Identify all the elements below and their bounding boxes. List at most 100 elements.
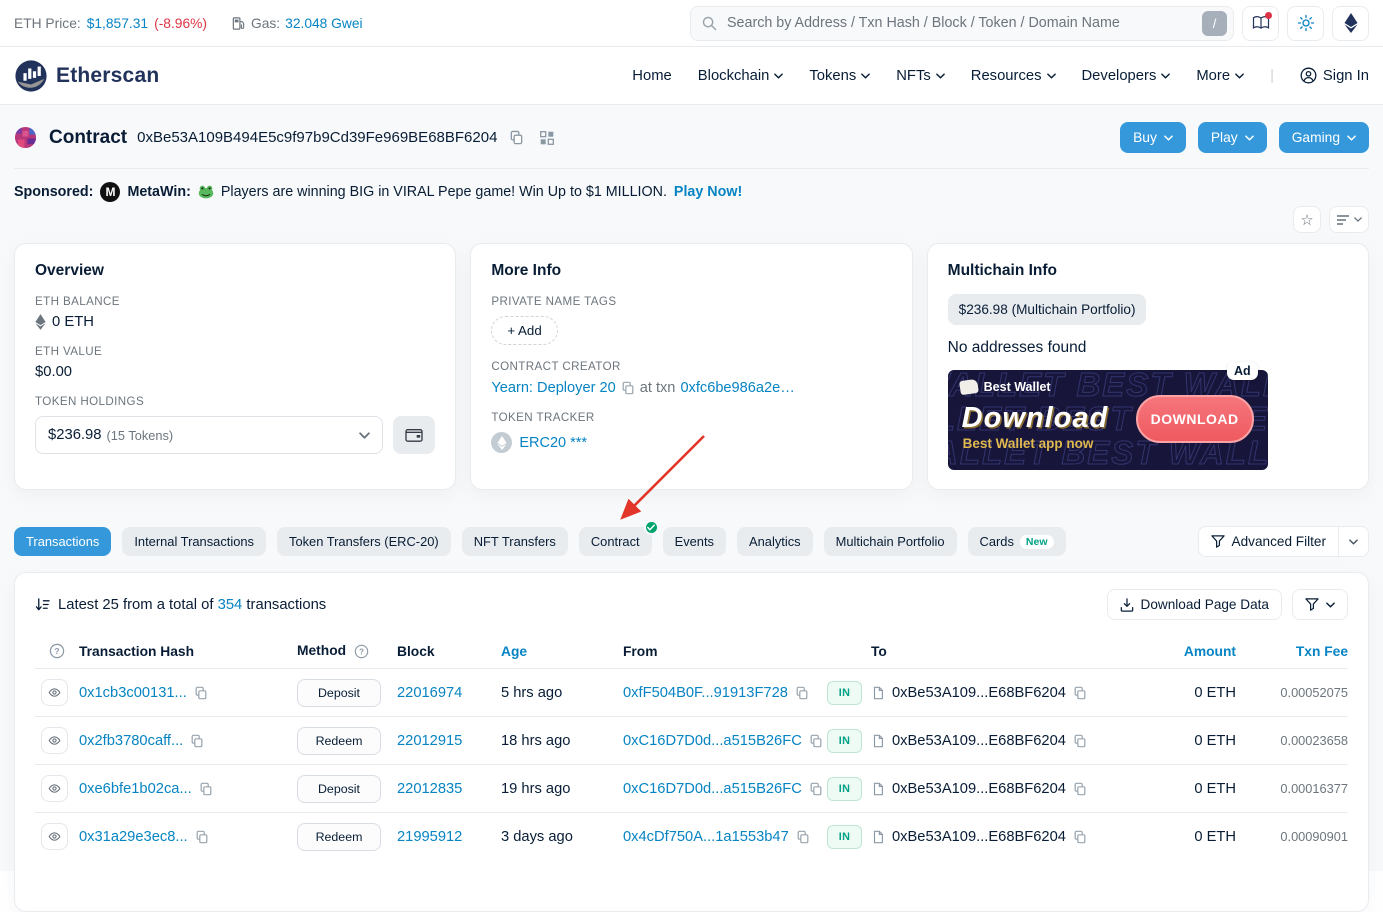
add-name-tag-button[interactable]: + Add <box>491 316 557 345</box>
txn-hash-link[interactable]: 0x1cb3c00131... <box>79 685 187 701</box>
advanced-filter-button[interactable]: Advanced Filter <box>1199 527 1338 556</box>
sun-icon <box>1297 14 1315 32</box>
copy-icon[interactable] <box>190 734 204 748</box>
creator-link[interactable]: Yearn: Deployer 20 <box>491 380 615 396</box>
eth-price-value[interactable]: $1,857.31 <box>87 16 148 31</box>
amount-text: 0 ETH <box>1108 781 1236 797</box>
from-address-link[interactable]: 0x4cDf750A...1a1553b47 <box>623 829 789 845</box>
table-filter-button[interactable] <box>1292 589 1348 620</box>
from-address-link[interactable]: 0xfF504B0F...91913F728 <box>623 685 788 701</box>
preview-txn-button[interactable] <box>41 775 68 802</box>
notification-dot <box>1265 12 1272 19</box>
sponsored-cta-link[interactable]: Play Now! <box>674 184 742 200</box>
col-fee-toggle[interactable]: Txn Fee <box>1236 644 1348 659</box>
creation-txn-link[interactable]: 0xfc6be986a2e… <box>680 380 794 396</box>
play-button[interactable]: Play <box>1198 122 1267 153</box>
copy-icon[interactable] <box>195 830 209 844</box>
multichain-portfolio-badge[interactable]: $236.98 (Multichain Portfolio) <box>948 294 1147 325</box>
nav-item-home[interactable]: Home <box>632 68 671 84</box>
copy-icon[interactable] <box>809 782 823 796</box>
token-holdings-dropdown[interactable]: $236.98 (15 Tokens) <box>35 416 383 454</box>
nav-item-resources[interactable]: Resources <box>971 68 1056 84</box>
tab-contract[interactable]: Contract <box>579 527 652 556</box>
col-amount-toggle[interactable]: Amount <box>1108 644 1236 659</box>
copy-icon[interactable] <box>1073 830 1087 844</box>
tab-analytics[interactable]: Analytics <box>737 527 813 556</box>
network-switch-button[interactable] <box>1332 6 1369 41</box>
ad-label-badge: Ad <box>1227 362 1258 380</box>
to-address: 0xBe53A109...E68BF6204 <box>892 685 1066 701</box>
preview-txn-button[interactable] <box>41 727 68 754</box>
col-age-toggle[interactable]: Age <box>501 644 623 659</box>
transactions-card: Latest 25 from a total of 354 transactio… <box>14 572 1369 912</box>
token-holdings-label: TOKEN HOLDINGS <box>35 395 435 408</box>
favorite-button[interactable]: ☆ <box>1293 206 1321 233</box>
block-link[interactable]: 22012915 <box>397 733 462 749</box>
txn-total-link[interactable]: 354 <box>218 597 243 613</box>
block-link[interactable]: 22016974 <box>397 685 462 701</box>
copy-icon[interactable] <box>809 734 823 748</box>
qr-grid-button[interactable] <box>536 128 558 147</box>
nav-item-tokens[interactable]: Tokens <box>809 68 870 84</box>
copy-icon[interactable] <box>194 686 208 700</box>
ad-download-button[interactable]: DOWNLOAD <box>1136 395 1254 443</box>
wallet-button[interactable] <box>393 416 435 454</box>
tab-cards[interactable]: Cards New <box>968 527 1066 556</box>
txn-hash-link[interactable]: 0xe6bfe1b02ca... <box>79 781 192 797</box>
from-address-link[interactable]: 0xC16D7D0d...a515B26FC <box>623 733 802 749</box>
help-icon[interactable] <box>49 643 65 659</box>
wallet-icon <box>405 427 423 443</box>
nav-item-developers[interactable]: Developers <box>1082 68 1171 84</box>
txn-fee-text: 0.00090901 <box>1236 829 1348 844</box>
eth-value: $0.00 <box>35 364 72 380</box>
copy-icon[interactable] <box>795 686 809 700</box>
from-address-link[interactable]: 0xC16D7D0d...a515B26FC <box>623 781 802 797</box>
preview-txn-button[interactable] <box>41 679 68 706</box>
tab-multichain-portfolio[interactable]: Multichain Portfolio <box>824 527 957 556</box>
tab-internal-transactions[interactable]: Internal Transactions <box>122 527 266 556</box>
method-badge: Deposit <box>297 679 381 707</box>
block-link[interactable]: 21995912 <box>397 829 462 845</box>
preview-txn-button[interactable] <box>41 823 68 850</box>
advanced-filter-caret[interactable] <box>1338 527 1368 556</box>
copy-address-button[interactable] <box>505 128 528 148</box>
nav-item-more[interactable]: More <box>1196 68 1244 84</box>
best-wallet-logo <box>959 379 979 395</box>
copy-icon[interactable] <box>199 782 213 796</box>
nav-item-nfts[interactable]: NFTs <box>896 68 945 84</box>
txn-hash-link[interactable]: 0x2fb3780caff... <box>79 733 183 749</box>
copy-icon[interactable] <box>1073 782 1087 796</box>
token-tracker-link[interactable]: ERC20 *** <box>519 435 587 451</box>
page-content: Contract 0xBe53A109B494E5c9f97b9Cd39Fe96… <box>0 105 1383 871</box>
copy-icon[interactable] <box>1073 686 1087 700</box>
block-link[interactable]: 22012835 <box>397 781 462 797</box>
sponsored-message: Players are winning BIG in VIRAL Pepe ga… <box>221 184 667 200</box>
copy-icon[interactable] <box>621 381 635 395</box>
chevron-down-icon <box>1235 73 1244 79</box>
contract-doc-icon <box>871 830 885 844</box>
theme-toggle-button[interactable] <box>1287 6 1324 41</box>
knowledge-base-button[interactable] <box>1242 6 1279 41</box>
tab-transactions[interactable]: Transactions <box>14 527 111 556</box>
download-page-data-button[interactable]: Download Page Data <box>1107 589 1282 620</box>
search-bar[interactable]: / <box>690 6 1234 41</box>
ad-banner[interactable]: WALLET BEST WALLET BEST WALLET BEST WALL… <box>948 370 1268 470</box>
eth-value-label: ETH VALUE <box>35 345 435 358</box>
view-options-button[interactable] <box>1329 206 1369 233</box>
tab-nft-transfers[interactable]: NFT Transfers <box>462 527 568 556</box>
txn-hash-link[interactable]: 0x31a29e3ec8... <box>79 829 188 845</box>
copy-icon[interactable] <box>1073 734 1087 748</box>
buy-button[interactable]: Buy <box>1120 122 1186 153</box>
copy-icon[interactable] <box>796 830 810 844</box>
sign-in-button[interactable]: Sign In <box>1300 67 1369 84</box>
page-title: Contract <box>49 127 127 149</box>
nav-item-blockchain[interactable]: Blockchain <box>698 68 784 84</box>
tab-events[interactable]: Events <box>663 527 726 556</box>
brand-name: Etherscan <box>56 64 159 88</box>
tab-token-transfers[interactable]: Token Transfers (ERC-20) <box>277 527 451 556</box>
etherscan-logo[interactable]: Etherscan <box>14 59 159 93</box>
help-icon[interactable] <box>354 644 369 659</box>
gaming-button[interactable]: Gaming <box>1279 122 1369 153</box>
gas-value[interactable]: 32.048 Gwei <box>285 16 362 31</box>
search-input[interactable] <box>725 14 1202 32</box>
